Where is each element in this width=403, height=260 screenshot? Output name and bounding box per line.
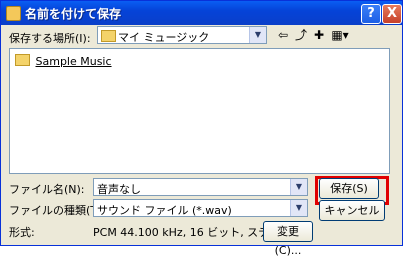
filename-value: 音声なし [97,183,141,196]
change-button[interactable]: 変更(C)... [263,221,313,257]
up-folder-icon[interactable]: ⤴ [293,28,309,42]
window-icon [6,6,21,21]
list-item[interactable]: Sample Music [15,54,112,68]
folder-icon [15,54,30,66]
save-button[interactable]: 保存(S) [319,178,379,199]
filename-label: ファイル名(N): [9,183,85,196]
format-value: PCM 44.100 kHz, 16 ビット, ステレオ [93,226,292,239]
file-list[interactable]: Sample Music [9,48,390,174]
folder-icon [101,30,116,42]
location-value: マイ ミュージック [118,31,210,44]
view-menu-icon[interactable]: ▦▾ [329,28,351,42]
location-label: 保存する場所(I): [9,32,91,45]
window-title: 名前を付けて保存 [25,7,122,21]
close-button[interactable]: X [382,4,402,24]
filetype-select[interactable]: サウンド ファイル (*.wav) ▼ [93,199,308,217]
list-item-label: Sample Music [35,55,112,68]
save-as-dialog: 名前を付けて保存 ? X 保存する場所(I): マイ ミュージック ▼ ⇦ ⤴ … [0,0,403,257]
cancel-button[interactable]: キャンセル [319,200,385,221]
title-bar: 名前を付けて保存 ? X [1,1,402,25]
location-combo[interactable]: マイ ミュージック ▼ [97,26,267,44]
help-button[interactable]: ? [361,4,381,24]
format-label: 形式: [9,226,35,239]
chevron-down-icon[interactable]: ▼ [290,200,307,216]
new-folder-icon[interactable]: ✚ [311,28,327,42]
back-icon[interactable]: ⇦ [275,28,291,42]
filename-input[interactable]: 音声なし ▼ [93,178,308,196]
chevron-down-icon[interactable]: ▼ [290,179,307,195]
filetype-label: ファイルの種類(T): [9,204,106,217]
filetype-value: サウンド ファイル (*.wav) [97,204,232,217]
chevron-down-icon[interactable]: ▼ [249,27,266,43]
